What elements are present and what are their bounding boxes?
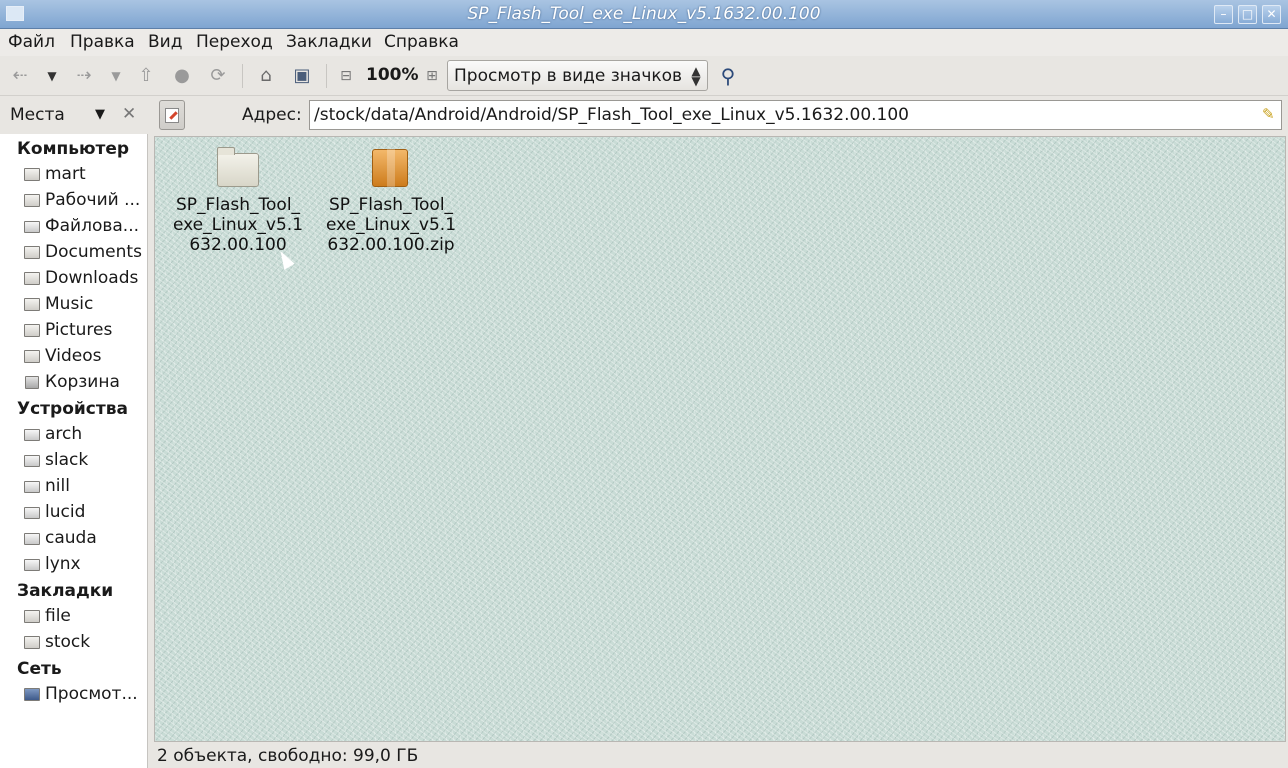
menu-help[interactable]: Справка: [384, 32, 459, 52]
view-mode-select[interactable]: Просмотр в виде значков ▲ ▼: [447, 60, 708, 91]
sidebar-item-cauda[interactable]: cauda: [24, 527, 146, 551]
status-text: 2 объекта, свободно: 99,0 ГБ: [157, 746, 419, 766]
address-bar: Адрес: ✎: [150, 96, 1288, 134]
videos-folder-icon: [24, 350, 40, 363]
sidebar-item-stock[interactable]: stock: [24, 631, 146, 655]
sidebar-item-file[interactable]: file: [24, 605, 146, 629]
sidebar-item-desktop[interactable]: Рабочий ...: [24, 189, 146, 213]
section-network: Сеть: [17, 659, 62, 679]
file-item-folder[interactable]: SP_Flash_Tool_exe_Linux_v5.1632.00.100: [168, 147, 308, 255]
sidebar-item-mart[interactable]: mart: [24, 163, 146, 187]
music-folder-icon: [24, 298, 40, 311]
sidebar-item-lucid[interactable]: lucid: [24, 501, 146, 525]
sidebar-item-trash[interactable]: Корзина: [24, 371, 146, 395]
network-icon: [24, 688, 40, 701]
file-view[interactable]: SP_Flash_Tool_exe_Linux_v5.1632.00.100 S…: [154, 136, 1286, 742]
reload-icon[interactable]: ⟳: [206, 64, 230, 88]
sidebar-item-nill[interactable]: nill: [24, 475, 146, 499]
minimize-button[interactable]: –: [1214, 5, 1233, 24]
status-bar: 2 объекта, свободно: 99,0 ГБ: [150, 744, 1288, 768]
menu-bookmarks[interactable]: Закладки: [286, 32, 372, 52]
zip-archive-icon: [368, 147, 414, 189]
folder-icon: [24, 610, 40, 623]
drive-icon: [24, 221, 40, 233]
close-sidebar-icon[interactable]: ✕: [122, 104, 136, 124]
trash-icon: [25, 376, 39, 389]
places-label[interactable]: Места: [10, 105, 65, 125]
drive-icon: [24, 533, 40, 545]
clear-icon[interactable]: ✎: [1262, 105, 1275, 123]
menu-file[interactable]: Файл: [8, 32, 55, 52]
forward-history-chevron-icon[interactable]: ▼: [104, 64, 128, 88]
updown-chevron-icon: ▲ ▼: [691, 64, 701, 88]
toolbar-separator: [242, 64, 243, 88]
search-icon[interactable]: ⚲: [716, 64, 740, 88]
window-title: SP_Flash_Tool_exe_Linux_v5.1632.00.100: [467, 4, 821, 24]
menu-edit[interactable]: Правка: [70, 32, 135, 52]
chevron-down-icon[interactable]: ▼: [95, 107, 105, 122]
sidebar-item-downloads[interactable]: Downloads: [24, 267, 146, 291]
address-label: Адрес:: [242, 105, 302, 125]
drive-icon: [24, 559, 40, 571]
sidebar-item-music[interactable]: Music: [24, 293, 146, 317]
file-name: SP_Flash_Tool_exe_Linux_v5.1632.00.100.z…: [325, 195, 457, 255]
up-icon[interactable]: ⇧: [134, 64, 158, 88]
toolbar: ⇠ ▼ ⇢ ▼ ⇧ ● ⟳ ⌂ ▣ ⊟ 100% ⊞ Просмотр в ви…: [0, 56, 1288, 96]
zoom-level: 100%: [366, 65, 419, 85]
downloads-folder-icon: [24, 272, 40, 285]
menu-go[interactable]: Переход: [196, 32, 273, 52]
sidebar-item-slack[interactable]: slack: [24, 449, 146, 473]
computer-icon[interactable]: ▣: [290, 64, 314, 88]
sidebar-item-lynx[interactable]: lynx: [24, 553, 146, 577]
pencil-icon: [165, 108, 179, 123]
sidebar-item-browse-network[interactable]: Просмот...: [24, 683, 146, 707]
view-mode-label: Просмотр в виде значков: [454, 66, 683, 86]
file-item-zip[interactable]: SP_Flash_Tool_exe_Linux_v5.1632.00.100.z…: [321, 147, 461, 255]
title-bar: SP_Flash_Tool_exe_Linux_v5.1632.00.100 –…: [0, 0, 1288, 29]
sidebar-item-videos[interactable]: Videos: [24, 345, 146, 369]
sidebar-item-pictures[interactable]: Pictures: [24, 319, 146, 343]
menu-bar: Файл Правка Вид Переход Закладки Справка: [0, 29, 1288, 56]
sidebar-item-arch[interactable]: arch: [24, 423, 146, 447]
drive-icon: [24, 507, 40, 519]
section-computer: Компьютер: [17, 139, 130, 159]
stop-icon[interactable]: ●: [170, 64, 194, 88]
close-button[interactable]: ✕: [1262, 5, 1281, 24]
folder-icon: [215, 147, 261, 189]
zoom-out-icon[interactable]: ⊟: [334, 64, 358, 88]
menu-view[interactable]: Вид: [148, 32, 182, 52]
sidebar-item-filesystem[interactable]: Файлова...: [24, 215, 146, 239]
address-input[interactable]: [309, 100, 1282, 130]
zoom-in-icon[interactable]: ⊞: [420, 64, 444, 88]
back-icon[interactable]: ⇠: [8, 64, 32, 88]
drive-icon: [24, 455, 40, 467]
back-history-chevron-icon[interactable]: ▼: [40, 64, 64, 88]
section-bookmarks: Закладки: [17, 581, 114, 601]
home-folder-icon: [24, 168, 40, 181]
sidebar-item-documents[interactable]: Documents: [24, 241, 146, 265]
documents-folder-icon: [24, 246, 40, 259]
maximize-button[interactable]: □: [1238, 5, 1257, 24]
sidebar: Компьютер mart Рабочий ... Файлова... Do…: [0, 134, 148, 768]
toolbar-separator: [326, 64, 327, 88]
drive-icon: [24, 481, 40, 493]
pictures-folder-icon: [24, 324, 40, 337]
forward-icon[interactable]: ⇢: [72, 64, 96, 88]
desktop-folder-icon: [24, 194, 40, 207]
folder-icon: [24, 636, 40, 649]
sidebar-header: Места ▼ ✕: [0, 96, 150, 134]
section-devices: Устройства: [17, 399, 128, 419]
home-icon[interactable]: ⌂: [254, 64, 278, 88]
drive-icon: [24, 429, 40, 441]
edit-location-button[interactable]: [159, 100, 185, 130]
file-name: SP_Flash_Tool_exe_Linux_v5.1632.00.100: [172, 195, 304, 255]
